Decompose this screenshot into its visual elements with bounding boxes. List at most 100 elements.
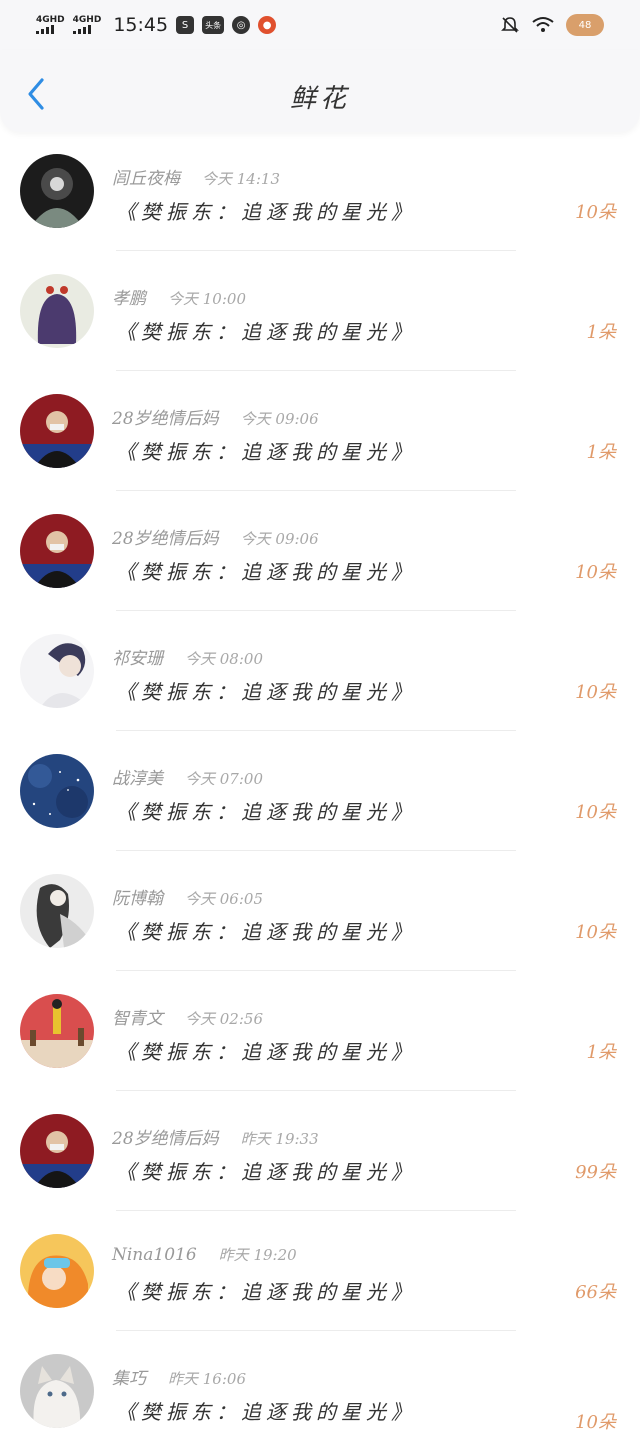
sent-time: 今天 06:05 <box>185 890 263 908</box>
book-title: 《樊振东：追逐我的星光》 <box>116 200 416 224</box>
avatar-cartoon-icon <box>20 1234 94 1308</box>
divider <box>116 1210 516 1211</box>
avatar-dark-art-icon <box>20 154 94 228</box>
item-meta: 集巧 昨天 16:06 <box>112 1364 246 1389</box>
divider <box>116 250 516 251</box>
status-bar: 4GHD 4GHD 15:45 S 头条 ◎ ● 48 <box>0 0 640 50</box>
book-title: 《樊振东：追逐我的星光》 <box>116 800 416 824</box>
network-type-1: 4GHD <box>36 15 65 25</box>
book-title: 《樊振东：追逐我的星光》 <box>116 920 416 944</box>
sender-name: 阮博翰 <box>112 889 163 909</box>
sent-time: 今天 09:06 <box>240 410 319 428</box>
signal-bars-icon <box>36 25 54 34</box>
item-meta: 祁安珊 今天 08:00 <box>112 644 263 669</box>
avatar[interactable] <box>20 754 94 828</box>
chat-app-icon: ◎ <box>232 16 251 34</box>
clock: 15:45 <box>113 14 169 36</box>
sender-name: 闾丘夜梅 <box>112 169 180 189</box>
book-title: 《樊振东：追逐我的星光》 <box>116 680 416 704</box>
item-meta: 28岁绝情后妈 今天 09:06 <box>112 524 319 549</box>
flower-count: 99朵 <box>575 1162 616 1183</box>
flower-count: 10朵 <box>575 1412 616 1433</box>
avatar-stage-icon <box>20 994 94 1068</box>
divider <box>116 610 516 611</box>
signal-2: 4GHD <box>72 15 102 34</box>
list-item[interactable]: 闾丘夜梅 今天 14:13 《樊振东：追逐我的星光》 10朵 <box>0 132 640 252</box>
avatar-cat-icon <box>20 1354 94 1428</box>
list-item[interactable]: 孝鹏 今天 10:00 《樊振东：追逐我的星光》 1朵 <box>0 252 640 372</box>
sender-name: 28岁绝情后妈 <box>112 409 219 429</box>
item-meta: 阮博翰 今天 06:05 <box>112 884 263 909</box>
avatar[interactable] <box>20 274 94 348</box>
item-meta: 战淳美 今天 07:00 <box>112 764 263 789</box>
sender-name: 28岁绝情后妈 <box>112 1129 219 1149</box>
list-item[interactable]: 阮博翰 今天 06:05 《樊振东：追逐我的星光》 10朵 <box>0 852 640 972</box>
signal-bars-icon <box>72 25 91 34</box>
avatar[interactable] <box>20 1114 94 1188</box>
divider <box>116 730 516 731</box>
sent-time: 今天 09:06 <box>240 530 319 548</box>
list-item[interactable]: 智青文 今天 02:56 《樊振东：追逐我的星光》 1朵 <box>0 972 640 1092</box>
flower-count: 10朵 <box>575 682 616 703</box>
sender-name: Nina1016 <box>112 1245 197 1265</box>
sender-name: 集巧 <box>112 1369 146 1389</box>
avatar[interactable] <box>20 874 94 948</box>
list-item[interactable]: 战淳美 今天 07:00 《樊振东：追逐我的星光》 10朵 <box>0 732 640 852</box>
sent-time: 今天 07:00 <box>185 770 263 788</box>
avatar[interactable] <box>20 1354 94 1428</box>
flower-count: 1朵 <box>586 442 616 463</box>
item-meta: Nina1016 昨天 19:20 <box>112 1244 297 1265</box>
sent-time: 今天 02:56 <box>185 1010 263 1028</box>
avatar[interactable] <box>20 394 94 468</box>
page-title: 鲜花 <box>289 84 350 114</box>
avatar-purple-hair-icon <box>20 274 94 348</box>
status-right: 48 <box>500 14 604 36</box>
list-item[interactable]: Nina1016 昨天 19:20 《樊振东：追逐我的星光》 66朵 <box>0 1212 640 1332</box>
avatar[interactable] <box>20 154 94 228</box>
app-notification-icon: S <box>176 16 195 34</box>
flower-count: 1朵 <box>586 1042 616 1063</box>
sender-name: 战淳美 <box>112 769 163 789</box>
book-title: 《樊振东：追逐我的星光》 <box>116 1160 416 1184</box>
list-item[interactable]: 28岁绝情后妈 今天 09:06 《樊振东：追逐我的星光》 1朵 <box>0 372 640 492</box>
avatar[interactable] <box>20 514 94 588</box>
flower-count: 10朵 <box>575 562 616 583</box>
flower-count: 10朵 <box>575 202 616 223</box>
sent-time: 今天 08:00 <box>185 650 263 668</box>
flower-count: 66朵 <box>575 1282 616 1303</box>
status-left: 4GHD 4GHD 15:45 S 头条 ◎ ● <box>36 14 277 36</box>
divider <box>116 1330 516 1331</box>
flower-count: 10朵 <box>575 802 616 823</box>
list-item[interactable]: 28岁绝情后妈 今天 09:06 《樊振东：追逐我的星光》 10朵 <box>0 492 640 612</box>
item-meta: 28岁绝情后妈 昨天 19:33 <box>112 1124 319 1149</box>
item-meta: 闾丘夜梅 今天 14:13 <box>112 164 280 189</box>
avatar[interactable] <box>20 634 94 708</box>
avatar-starry-sky-icon <box>20 754 94 828</box>
avatar[interactable] <box>20 994 94 1068</box>
flower-count: 1朵 <box>586 322 616 343</box>
flower-list: 闾丘夜梅 今天 14:13 《樊振东：追逐我的星光》 10朵 孝鹏 今天 10:… <box>0 132 640 1452</box>
battery-icon: 48 <box>566 14 604 36</box>
divider <box>116 370 516 371</box>
avatar[interactable] <box>20 1234 94 1308</box>
avatar-athlete-icon <box>20 514 94 588</box>
divider <box>116 490 516 491</box>
avatar-portrait-icon <box>20 634 94 708</box>
list-item[interactable]: 28岁绝情后妈 昨天 19:33 《樊振东：追逐我的星光》 99朵 <box>0 1092 640 1212</box>
avatar-ink-painting-icon <box>20 874 94 948</box>
book-title: 《樊振东：追逐我的星光》 <box>116 440 416 464</box>
item-meta: 28岁绝情后妈 今天 09:06 <box>112 404 319 429</box>
sent-time: 今天 14:13 <box>202 170 280 188</box>
book-title: 《樊振东：追逐我的星光》 <box>116 1280 416 1304</box>
book-title: 《樊振东：追逐我的星光》 <box>116 560 416 584</box>
sent-time: 今天 10:00 <box>168 290 246 308</box>
item-meta: 孝鹏 今天 10:00 <box>112 284 246 309</box>
list-item[interactable]: 集巧 昨天 16:06 《樊振东：追逐我的星光》 10朵 <box>0 1332 640 1452</box>
book-title: 《樊振东：追逐我的星光》 <box>116 1400 416 1424</box>
sender-name: 28岁绝情后妈 <box>112 529 219 549</box>
sent-time: 昨天 19:33 <box>240 1130 319 1148</box>
network-type-2: 4GHD <box>72 15 102 25</box>
sent-time: 昨天 16:06 <box>168 1370 246 1388</box>
list-item[interactable]: 祁安珊 今天 08:00 《樊振东：追逐我的星光》 10朵 <box>0 612 640 732</box>
sent-time: 昨天 19:20 <box>218 1246 297 1264</box>
